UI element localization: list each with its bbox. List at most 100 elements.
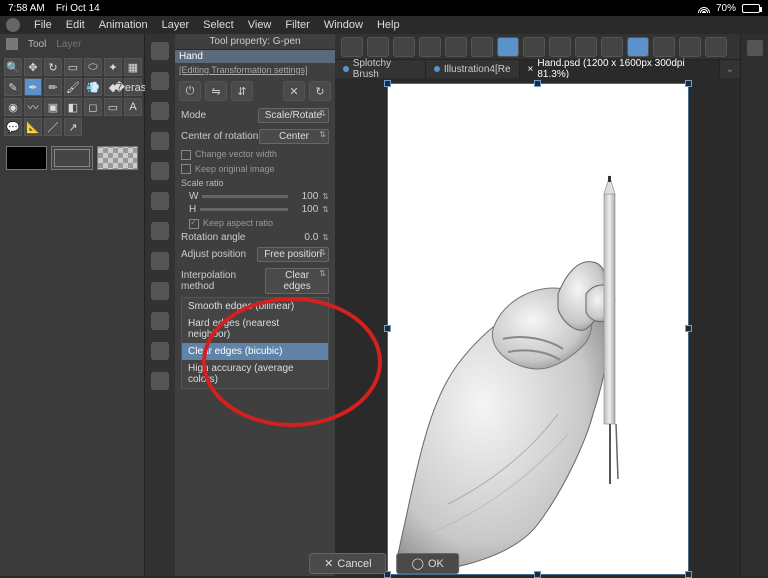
subtool-layers-icon[interactable]	[151, 282, 169, 300]
menu-layer[interactable]: Layer	[162, 19, 190, 31]
app-logo-icon[interactable]	[6, 18, 20, 32]
balloon-tool-icon[interactable]: 💬	[4, 118, 22, 136]
rotate-tool-icon[interactable]: ↻	[44, 58, 62, 76]
tb-select-icon[interactable]	[419, 37, 441, 57]
tb-grid-icon[interactable]	[601, 37, 623, 57]
transform-flip-h-icon[interactable]: ⇋	[205, 81, 227, 101]
subtool-slider-icon[interactable]	[151, 252, 169, 270]
scale-w-value[interactable]: 100	[292, 191, 318, 202]
tb-deselect-icon[interactable]	[445, 37, 467, 57]
subtool-pen-icon[interactable]	[151, 72, 169, 90]
interp-option-average[interactable]: High accuracy (average colors)	[182, 360, 328, 388]
move-tool-icon[interactable]: ✥	[24, 58, 42, 76]
editing-link[interactable]: [Editing Transformation settings]	[175, 63, 335, 77]
transform-flip-v-icon[interactable]: ⇵	[231, 81, 253, 101]
text-tool-icon[interactable]: A	[124, 98, 142, 116]
right-panel-icon[interactable]	[747, 40, 763, 56]
document-page[interactable]	[388, 84, 688, 574]
subtool-palette-icon[interactable]	[151, 162, 169, 180]
tb-layer-icon[interactable]	[471, 37, 493, 57]
menu-select[interactable]: Select	[203, 19, 234, 31]
eyedropper-tool-icon[interactable]: ✎	[4, 78, 22, 96]
rotation-value[interactable]: 0.0	[292, 232, 318, 243]
wand-tool-icon[interactable]: ✦	[104, 58, 122, 76]
eraser-tool-icon[interactable]: �erase	[124, 78, 142, 96]
mode-select[interactable]: Scale/Rotate	[258, 108, 329, 123]
line-tool-icon[interactable]: ／	[44, 118, 62, 136]
blend-tool-icon[interactable]: ◉	[4, 98, 22, 116]
menu-help[interactable]: Help	[377, 19, 400, 31]
liquify-tool-icon[interactable]: 〰	[24, 98, 42, 116]
pen-tool-icon[interactable]: ✒	[24, 78, 42, 96]
keep-aspect-checkbox[interactable]	[189, 219, 199, 229]
tb-help-icon[interactable]	[705, 37, 727, 57]
zoom-tool-icon[interactable]: 🔍	[4, 58, 22, 76]
subtool-info-icon[interactable]	[151, 372, 169, 390]
tb-material-icon[interactable]	[679, 37, 701, 57]
tab-close-icon[interactable]: ×	[528, 64, 534, 75]
frame-tool-icon[interactable]: ▭	[104, 98, 122, 116]
interp-option-nearest[interactable]: Hard edges (nearest neighbor)	[182, 315, 328, 343]
tab-splotchy[interactable]: Splotchy Brush	[335, 60, 426, 78]
ok-button[interactable]: ◯OK	[397, 553, 459, 574]
toolbox-tab-tool[interactable]: Tool	[28, 39, 46, 50]
tb-canvas-icon[interactable]	[549, 37, 571, 57]
transform-cancel-icon[interactable]: ✕	[283, 81, 305, 101]
ruler-tool-icon[interactable]: 📐	[24, 118, 42, 136]
subtool-history-icon[interactable]	[151, 222, 169, 240]
tb-transform-icon[interactable]	[497, 37, 519, 57]
keep-original-checkbox[interactable]	[181, 164, 191, 174]
swatch-foreground[interactable]	[6, 146, 47, 170]
swatch-transparent[interactable]	[51, 146, 92, 170]
pencil-tool-icon[interactable]: ✏	[44, 78, 62, 96]
menu-file[interactable]: File	[34, 19, 52, 31]
toolbox-tab-layer[interactable]: Layer	[56, 39, 81, 50]
canvas-viewport[interactable]	[335, 78, 740, 576]
swatch-background[interactable]	[97, 146, 138, 170]
menu-edit[interactable]: Edit	[66, 19, 85, 31]
select-tool-icon[interactable]: ▦	[124, 58, 142, 76]
menu-view[interactable]: View	[248, 19, 272, 31]
subtool-target-icon[interactable]	[151, 42, 169, 60]
figure-tool-icon[interactable]: ◻	[84, 98, 102, 116]
transform-reset-icon[interactable]: ↻	[309, 81, 331, 101]
subtool-ref-icon[interactable]	[151, 342, 169, 360]
tb-undo-icon[interactable]	[341, 37, 363, 57]
correct-tool-icon[interactable]: ↗	[64, 118, 82, 136]
interp-option-bilinear[interactable]: Smooth edges (bilinear)	[182, 298, 328, 315]
tb-clear-icon[interactable]	[393, 37, 415, 57]
tb-3d-icon[interactable]	[653, 37, 675, 57]
transform-power-icon[interactable]: ⏻	[179, 81, 201, 101]
change-vector-checkbox[interactable]	[181, 150, 191, 160]
subtool-marker-icon[interactable]	[151, 102, 169, 120]
rotation-label: Rotation angle	[181, 232, 246, 243]
center-select[interactable]: Center	[259, 129, 329, 144]
interp-option-bicubic[interactable]: Clear edges (bicubic)	[182, 343, 328, 360]
tb-snap-icon[interactable]	[627, 37, 649, 57]
subtool-search-icon[interactable]	[151, 312, 169, 330]
gradient-tool-icon[interactable]: ◧	[64, 98, 82, 116]
menu-filter[interactable]: Filter	[285, 19, 309, 31]
brush-tool-icon[interactable]: 🖌	[64, 78, 82, 96]
tabs-overflow-icon[interactable]: ⌄	[720, 64, 740, 75]
tab-illustration[interactable]: Illustration4[Re	[426, 60, 520, 78]
menu-animation[interactable]: Animation	[99, 19, 148, 31]
interpolation-select[interactable]: Clear edges	[265, 268, 329, 294]
airbrush-tool-icon[interactable]: 💨	[84, 78, 102, 96]
subtool-color-icon[interactable]	[151, 132, 169, 150]
tb-redo-icon[interactable]	[367, 37, 389, 57]
tab-hand[interactable]: × Hand.psd (1200 x 1600px 300dpi 81.3%)	[520, 60, 720, 78]
tb-ruler-icon[interactable]	[575, 37, 597, 57]
scale-h-slider[interactable]	[200, 208, 288, 211]
subtool-drop-icon[interactable]	[151, 192, 169, 210]
scale-h-value[interactable]: 100	[292, 204, 318, 215]
scale-w-slider[interactable]	[202, 195, 288, 198]
marquee-tool-icon[interactable]: ▭	[64, 58, 82, 76]
menu-window[interactable]: Window	[324, 19, 363, 31]
adjust-position-select[interactable]: Free position	[257, 247, 329, 262]
lasso-tool-icon[interactable]: ⬭	[84, 58, 102, 76]
mode-label: Mode	[181, 110, 206, 121]
tb-crop-icon[interactable]	[523, 37, 545, 57]
cancel-button[interactable]: ✕Cancel	[309, 553, 386, 574]
fill-tool-icon[interactable]: ▣	[44, 98, 62, 116]
